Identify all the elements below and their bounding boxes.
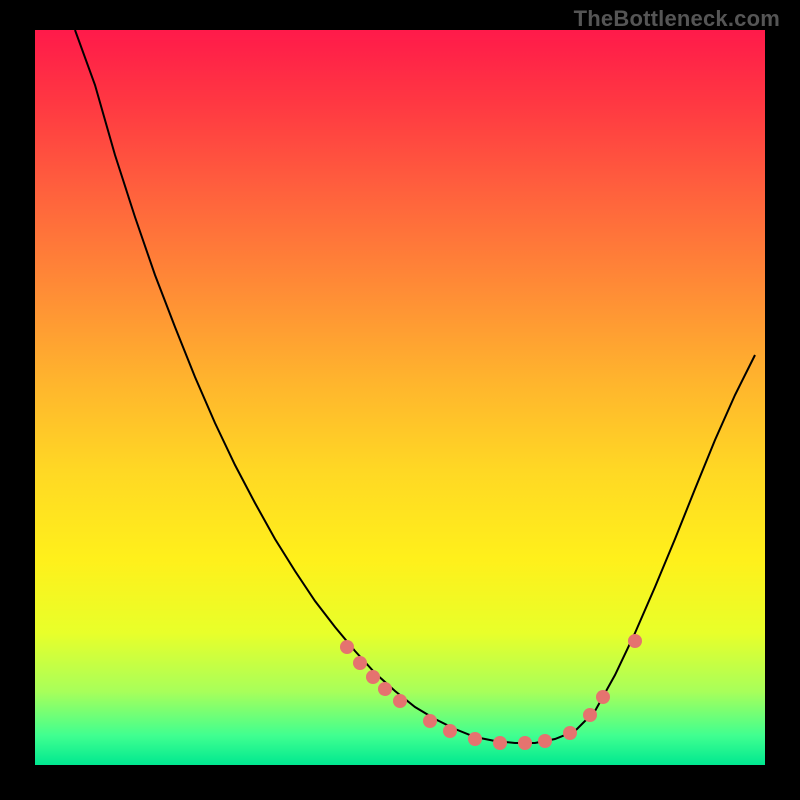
highlight-dots-group bbox=[340, 634, 642, 750]
chart-svg bbox=[35, 30, 765, 765]
highlight-dot bbox=[563, 726, 577, 740]
highlight-dot bbox=[353, 656, 367, 670]
highlight-dot bbox=[628, 634, 642, 648]
highlight-dot bbox=[443, 724, 457, 738]
highlight-dot bbox=[538, 734, 552, 748]
highlight-dot bbox=[583, 708, 597, 722]
highlight-dot bbox=[493, 736, 507, 750]
highlight-dot bbox=[518, 736, 532, 750]
watermark-text: TheBottleneck.com bbox=[574, 6, 780, 32]
highlight-dot bbox=[393, 694, 407, 708]
highlight-dot bbox=[468, 732, 482, 746]
highlight-dot bbox=[366, 670, 380, 684]
highlight-dot bbox=[423, 714, 437, 728]
bottleneck-curve bbox=[75, 30, 755, 743]
highlight-dot bbox=[596, 690, 610, 704]
highlight-dot bbox=[340, 640, 354, 654]
chart-frame bbox=[35, 30, 765, 765]
highlight-dot bbox=[378, 682, 392, 696]
